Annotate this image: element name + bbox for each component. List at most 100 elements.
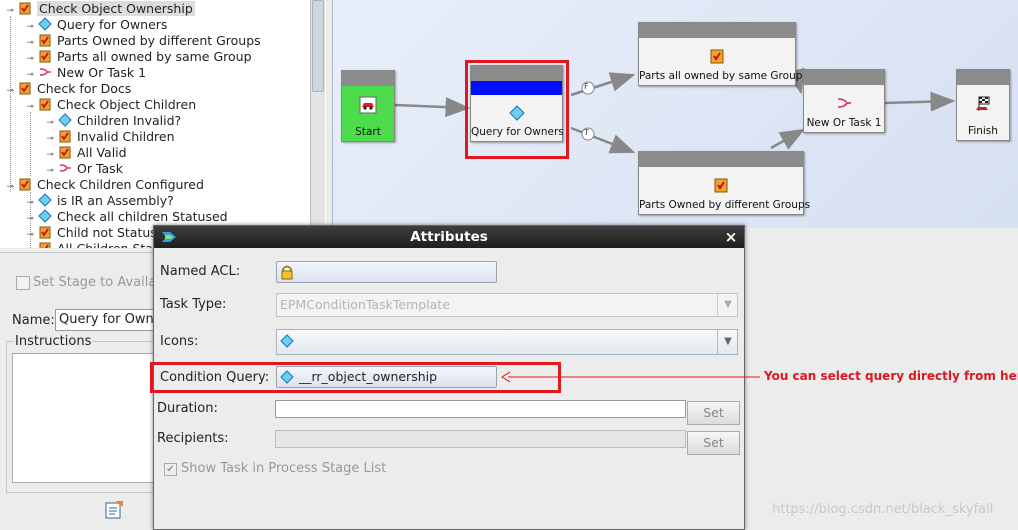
workflow-canvas[interactable]: F T Start Query for Owners Parts all own… xyxy=(332,0,1018,228)
annotation-arrow xyxy=(501,371,760,383)
task-icon xyxy=(708,47,726,65)
tree-item-label: is IR an Assembly? xyxy=(57,193,174,208)
duration-label: Duration: xyxy=(157,401,218,416)
named-acl-field[interactable] xyxy=(276,261,497,283)
tree-item[interactable]: ⊸ Children Invalid? xyxy=(44,113,181,129)
tree-item-label: Check all children Statused xyxy=(57,209,228,224)
dialog-title: Attributes xyxy=(410,229,488,245)
tree-item[interactable]: ⊸ Invalid Children xyxy=(44,129,175,145)
tree-item[interactable]: ⊸ Check Object Children xyxy=(24,97,196,113)
true-branch-label: T xyxy=(584,128,589,137)
duration-field[interactable] xyxy=(275,400,686,418)
tree-item[interactable]: ⊸ All Valid xyxy=(44,145,127,161)
recipients-field[interactable] xyxy=(275,430,686,448)
diamond-icon xyxy=(280,334,294,348)
show-task-checkbox[interactable]: ✔ xyxy=(164,463,177,476)
diamond-icon xyxy=(38,209,52,223)
car-icon xyxy=(359,96,377,114)
tree-item[interactable]: ⊸ Query for Owners xyxy=(24,17,167,33)
tree-expander-icon[interactable]: ⊸ xyxy=(24,99,36,115)
tree-guide-line xyxy=(30,112,31,176)
node-label: Finish xyxy=(968,125,998,137)
task-icon xyxy=(38,33,52,47)
task-icon xyxy=(18,81,32,95)
diff-to-or-arrow xyxy=(770,128,806,150)
or-icon xyxy=(835,94,853,112)
tree-item[interactable]: ⊸ Parts Owned by different Groups xyxy=(24,33,261,49)
diamond-icon xyxy=(58,113,72,127)
true-branch-arrow xyxy=(570,126,636,154)
tree-item-label: Parts Owned by different Groups xyxy=(57,33,261,48)
tree-item-label: All Valid xyxy=(77,145,127,160)
lock-icon xyxy=(280,264,294,280)
task-icon xyxy=(38,97,52,111)
diff-groups-node[interactable]: Parts Owned by different Groups xyxy=(638,151,811,215)
highlight-query-node xyxy=(465,60,569,159)
tree-item-label: Parts all owned by same Group xyxy=(57,49,252,64)
tree-item[interactable]: ⊸ New Or Task 1 xyxy=(24,65,146,81)
chevron-down-icon[interactable]: ▼ xyxy=(717,330,738,354)
task-icon xyxy=(18,1,32,15)
icons-select[interactable]: ▼ xyxy=(276,329,738,355)
chevron-down-icon[interactable]: ▼ xyxy=(717,294,738,316)
dialog-titlebar[interactable]: Attributes × xyxy=(154,226,744,248)
tree-item[interactable]: ⊸ Child not Statused xyxy=(24,225,172,241)
tree-item[interactable]: ⊸ Check for Docs xyxy=(4,81,131,97)
false-branch-arrow xyxy=(570,72,636,97)
recipients-set-button[interactable]: Set xyxy=(687,431,740,455)
finish-node[interactable]: Finish xyxy=(956,69,1010,141)
task-icon xyxy=(38,241,52,248)
tree-item[interactable]: ⊸ Or Task xyxy=(44,161,123,177)
task-icon xyxy=(38,49,52,63)
recipients-label: Recipients: xyxy=(157,431,229,446)
node-label: New Or Task 1 xyxy=(806,117,882,129)
task-type-select[interactable]: EPMConditionTaskTemplate ▼ xyxy=(276,293,738,317)
diamond-icon xyxy=(38,17,52,31)
tree-item-label: Or Task xyxy=(77,161,123,176)
tree-expander-icon[interactable]: ⊸ xyxy=(24,243,36,248)
or-icon xyxy=(58,161,72,175)
task-type-value: EPMConditionTaskTemplate xyxy=(280,297,450,312)
task-type-label: Task Type: xyxy=(160,297,227,312)
tree-item[interactable]: ⊸ Check Children Configured xyxy=(4,177,204,193)
same-group-node[interactable]: Parts all owned by same Group xyxy=(638,22,803,86)
tree-scrollbar-thumb[interactable] xyxy=(312,0,324,92)
tree-item-label: Query for Owners xyxy=(57,17,168,32)
false-branch-label: F xyxy=(584,82,589,91)
instructions-textarea[interactable] xyxy=(12,353,164,483)
task-icon xyxy=(58,129,72,143)
node-label: Parts all owned by same Group xyxy=(639,70,803,82)
tree-expander-icon[interactable]: ⊸ xyxy=(4,3,16,19)
duration-set-button[interactable]: Set xyxy=(687,401,740,425)
icons-label: Icons: xyxy=(160,334,199,349)
or-icon xyxy=(38,65,52,79)
start-node[interactable]: Start xyxy=(341,70,395,142)
tree-item-label: Invalid Children xyxy=(77,129,175,144)
or-to-finish-arrow xyxy=(883,91,956,112)
close-icon[interactable]: × xyxy=(724,228,738,246)
tree-item-label: Check Object Children xyxy=(57,97,197,112)
tree-expander-icon[interactable]: ⊸ xyxy=(4,83,16,99)
tree-item-label: Check Object Ownership xyxy=(37,1,195,16)
tree-item-label: Check Children Configured xyxy=(37,177,204,192)
annotation-text: You can select query directly from here xyxy=(764,369,1018,383)
task-properties-panel: Set Stage to Available Name: Query for O… xyxy=(0,252,176,529)
tree-expander-icon[interactable]: ⊸ xyxy=(4,179,16,195)
node-label: Parts Owned by different Groups xyxy=(639,199,811,211)
set-stage-checkbox[interactable] xyxy=(16,276,30,290)
watermark-text: https://blog.csdn.net/black_skyfall xyxy=(772,502,994,517)
name-label: Name: xyxy=(12,313,55,328)
named-acl-label: Named ACL: xyxy=(160,264,241,279)
tree-item[interactable]: ⊸ is IR an Assembly? xyxy=(24,193,174,209)
instructions-label: Instructions xyxy=(14,334,93,349)
tree-item-label: New Or Task 1 xyxy=(57,65,147,80)
start-to-query-arrow xyxy=(394,97,471,118)
edit-instructions-icon[interactable] xyxy=(104,500,124,520)
tree-item[interactable]: ⊸ Check all children Statused xyxy=(24,209,228,225)
or-task-node[interactable]: New Or Task 1 xyxy=(803,69,885,133)
tree-item[interactable]: ⊸ Check Object Ownership xyxy=(4,1,195,17)
task-icon xyxy=(712,176,730,194)
process-tree: ⊸ Check Object Ownership ⊸ Query for Owners… xyxy=(0,0,326,248)
tree-item[interactable]: ⊸ Parts all owned by same Group xyxy=(24,49,252,65)
show-task-label: Show Task in Process Stage List xyxy=(181,461,387,476)
